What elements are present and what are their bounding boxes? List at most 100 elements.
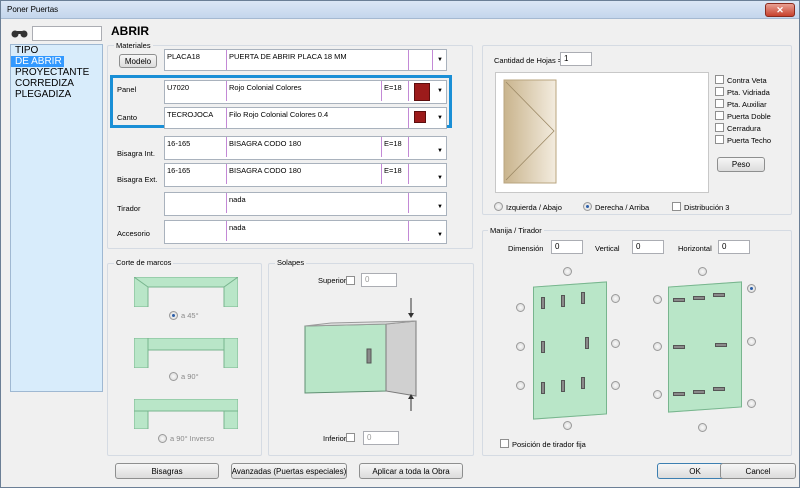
chevron-down-icon[interactable]: ▼ bbox=[434, 225, 446, 245]
binoculars-icon[interactable] bbox=[10, 28, 30, 38]
hojas-checkbox[interactable] bbox=[715, 123, 724, 132]
pos-radio[interactable] bbox=[611, 294, 620, 303]
solapes-diagram bbox=[301, 296, 436, 414]
distribucion-label: Distribución 3 bbox=[684, 203, 730, 212]
list-item[interactable]: PLEGADIZA bbox=[11, 89, 102, 100]
list-item[interactable]: PROYECTANTE bbox=[11, 67, 102, 78]
handle-mark bbox=[693, 390, 705, 394]
corte-title: Corte de marcos bbox=[114, 258, 174, 267]
horizontal-input[interactable]: 0 bbox=[718, 240, 750, 254]
handle-mark bbox=[713, 293, 725, 297]
bisagra-ext-row[interactable]: 16-165 BISAGRA CODO 180 E=18 ▼ bbox=[164, 163, 447, 187]
superior-checkbox[interactable] bbox=[346, 276, 355, 285]
corte-90-inverso-label: a 90° Inverso bbox=[170, 434, 215, 443]
accesorio-row[interactable]: nada ▼ bbox=[164, 220, 447, 244]
handle-mark bbox=[673, 392, 685, 396]
list-item[interactable]: TIPO bbox=[11, 45, 102, 56]
derecha-radio[interactable] bbox=[583, 202, 592, 211]
pos-radio[interactable] bbox=[653, 295, 662, 304]
modelo-desc: PUERTA DE ABRIR PLACA 18 MM bbox=[227, 50, 409, 70]
tirador-desc: nada bbox=[227, 193, 409, 213]
dimension-input[interactable]: 0 bbox=[551, 240, 583, 254]
chevron-down-icon[interactable]: ▼ bbox=[434, 108, 446, 128]
close-button[interactable]: ✕ bbox=[765, 3, 795, 17]
chevron-down-icon[interactable]: ▼ bbox=[434, 197, 446, 217]
posicion-fija-checkbox[interactable] bbox=[500, 439, 509, 448]
inferior-checkbox[interactable] bbox=[346, 433, 355, 442]
panel-color-swatch bbox=[414, 83, 430, 101]
hojas-checkbox[interactable] bbox=[715, 111, 724, 120]
pos-radio[interactable] bbox=[747, 337, 756, 346]
distribucion-checkbox[interactable] bbox=[672, 202, 681, 211]
hojas-checkbox[interactable] bbox=[715, 135, 724, 144]
avanzadas-button[interactable]: Avanzadas (Puertas especiales) bbox=[231, 463, 347, 479]
accesorio-label: Accesorio bbox=[117, 229, 150, 238]
modelo-code: PLACA18 bbox=[165, 50, 227, 70]
superior-input[interactable]: 0 bbox=[361, 273, 397, 287]
corte-90-inverso-radio[interactable] bbox=[158, 434, 167, 443]
search-input[interactable] bbox=[32, 26, 102, 41]
chevron-down-icon[interactable]: ▼ bbox=[434, 50, 446, 70]
modelo-row[interactable]: PLACA18 PUERTA DE ABRIR PLACA 18 MM ▼ bbox=[164, 49, 447, 71]
pos-radio[interactable] bbox=[611, 381, 620, 390]
corte-45-radio[interactable] bbox=[169, 311, 178, 320]
handle-mark bbox=[561, 380, 565, 392]
cancel-button[interactable]: Cancel bbox=[720, 463, 796, 479]
handle-mark bbox=[581, 377, 585, 389]
corte-90-radio[interactable] bbox=[169, 372, 178, 381]
hojas-check-label: Puerta Techo bbox=[727, 136, 772, 145]
corte-45-label: a 45° bbox=[181, 311, 199, 320]
hojas-checkbox[interactable] bbox=[715, 75, 724, 84]
derecha-label: Derecha / Arriba bbox=[595, 203, 650, 212]
pos-radio[interactable] bbox=[698, 267, 707, 276]
handle-mark bbox=[715, 343, 727, 347]
tirador-label: Tirador bbox=[117, 204, 141, 213]
panel-row[interactable]: U7020 Rojo Colonial Colores E=18 ▼ bbox=[164, 80, 447, 104]
list-item[interactable]: CORREDIZA bbox=[11, 78, 102, 89]
hojas-checkbox[interactable] bbox=[715, 87, 724, 96]
izquierda-radio[interactable] bbox=[494, 202, 503, 211]
bisagra-int-thickness: E=18 bbox=[382, 137, 409, 157]
type-list-items: TIPO DE ABRIR PROYECTANTE CORREDIZA PLEGADIZ… bbox=[11, 45, 102, 100]
pos-radio[interactable] bbox=[747, 399, 756, 408]
type-list: TIPO DE ABRIR PROYECTANTE CORREDIZA PLEGADIZ… bbox=[10, 44, 103, 392]
vertical-input[interactable]: 0 bbox=[632, 240, 664, 254]
pos-radio[interactable] bbox=[653, 342, 662, 351]
inferior-label: Inferior bbox=[323, 434, 347, 443]
pos-radio[interactable] bbox=[516, 303, 525, 312]
dialog-window: Poner Puertas ✕ TIPO DE ABRIR PROYECTANTE C… bbox=[0, 0, 800, 488]
chevron-down-icon[interactable]: ▼ bbox=[434, 81, 446, 101]
pos-radio[interactable] bbox=[563, 267, 572, 276]
canto-desc: Filo Rojo Colonial Colores 0.4 bbox=[227, 108, 409, 128]
list-item[interactable]: DE ABRIR bbox=[11, 56, 64, 67]
panel-code: U7020 bbox=[165, 81, 227, 101]
peso-button[interactable]: Peso bbox=[717, 157, 765, 172]
manija-group bbox=[482, 230, 792, 456]
chevron-down-icon[interactable]: ▼ bbox=[434, 141, 446, 161]
pos-radio[interactable] bbox=[563, 421, 572, 430]
window-title: Poner Puertas bbox=[7, 5, 59, 14]
horizontal-label: Horizontal bbox=[678, 244, 712, 253]
pos-radio[interactable] bbox=[653, 390, 662, 399]
hojas-checkbox[interactable] bbox=[715, 99, 724, 108]
hojas-label: Cantidad de Hojas = bbox=[494, 56, 563, 65]
aplicar-button[interactable]: Aplicar a toda la Obra bbox=[359, 463, 463, 479]
solapes-title: Solapes bbox=[275, 258, 307, 267]
superior-label: Superior bbox=[318, 276, 347, 285]
tirador-row[interactable]: nada ▼ bbox=[164, 192, 447, 216]
bisagra-int-row[interactable]: 16-165 BISAGRA CODO 180 E=18 ▼ bbox=[164, 136, 447, 160]
modelo-button[interactable]: Modelo bbox=[119, 54, 157, 68]
bisagras-button[interactable]: Bisagras bbox=[115, 463, 219, 479]
pos-radio[interactable] bbox=[698, 423, 707, 432]
inferior-input[interactable]: 0 bbox=[363, 431, 399, 445]
pos-radio[interactable] bbox=[747, 284, 756, 293]
pos-radio[interactable] bbox=[516, 381, 525, 390]
izquierda-label: Izquierda / Abajo bbox=[506, 203, 562, 212]
handle-mark bbox=[541, 382, 545, 394]
pos-radio[interactable] bbox=[611, 339, 620, 348]
canto-label: Canto bbox=[117, 113, 138, 122]
pos-radio[interactable] bbox=[516, 342, 525, 351]
hojas-input[interactable]: 1 bbox=[560, 52, 592, 66]
chevron-down-icon[interactable]: ▼ bbox=[434, 168, 446, 188]
canto-row[interactable]: TECROJOCA Filo Rojo Colonial Colores 0.4… bbox=[164, 107, 447, 129]
